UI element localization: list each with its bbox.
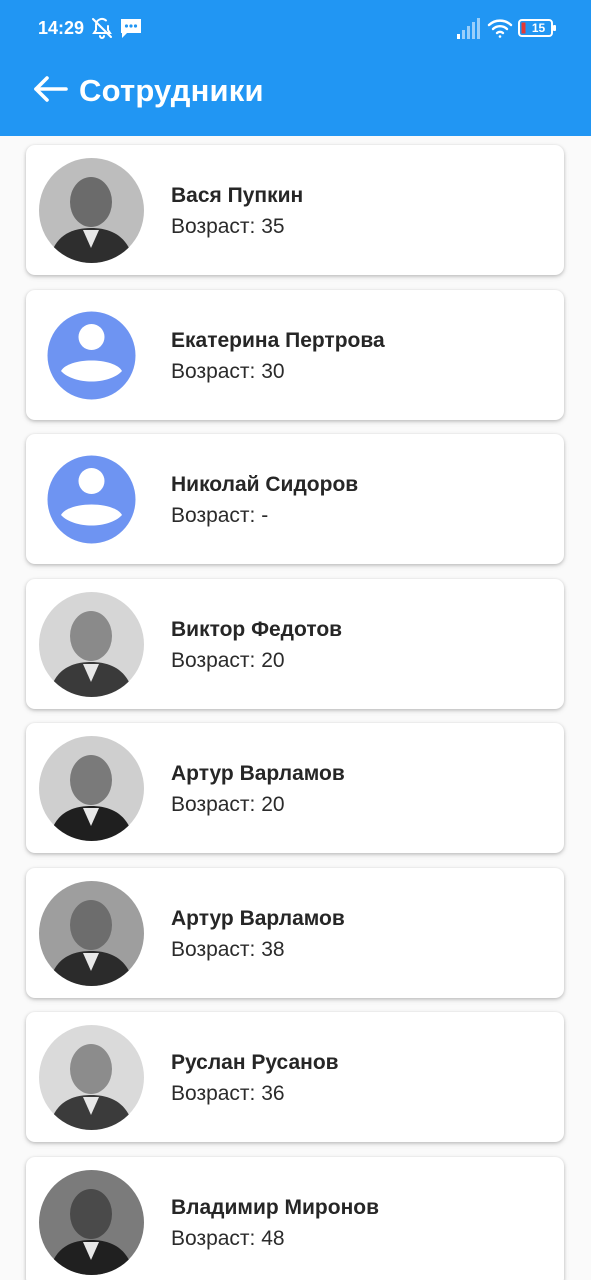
signal-icon	[456, 18, 482, 45]
default-avatar-icon	[39, 447, 144, 552]
employee-card[interactable]: Николай Сидоров Возраст: -	[26, 434, 564, 564]
employee-age: Возраст: 20	[171, 793, 285, 816]
employee-name: Николай Сидоров	[171, 473, 359, 496]
employee-name: Владимир Миронов	[171, 1196, 380, 1219]
employee-age: Возраст: -	[171, 504, 269, 527]
employee-photo	[39, 1025, 144, 1130]
employee-photo	[39, 736, 144, 841]
employee-age: Возраст: 36	[171, 1082, 285, 1105]
app-bar: 14:29 15 Сотрудники	[0, 0, 591, 136]
employee-name: Вася Пупкин	[171, 184, 304, 207]
employee-name: Виктор Федотов	[171, 618, 343, 641]
employee-card[interactable]: Артур Варламов Возраст: 20	[26, 723, 564, 853]
battery-level: 15	[531, 21, 546, 35]
battery-icon: 15	[518, 18, 558, 38]
status-bar: 14:29 15	[0, 0, 591, 58]
status-time: 14:29	[38, 18, 85, 38]
employee-photo	[39, 1170, 144, 1275]
employee-age: Возраст: 38	[171, 938, 285, 961]
arrow-left-icon	[32, 75, 68, 108]
employee-card[interactable]: Артур Варламов Возраст: 38	[26, 868, 564, 998]
employee-list[interactable]: Вася Пупкин Возраст: 35 Екатерина Пертрова…	[0, 136, 591, 1280]
employee-card[interactable]: Виктор Федотов Возраст: 20	[26, 579, 564, 709]
wifi-icon	[487, 17, 513, 44]
employee-card[interactable]: Владимир Миронов Возраст: 48	[26, 1157, 564, 1280]
employee-age: Возраст: 35	[171, 215, 285, 238]
employee-name: Артур Варламов	[171, 907, 345, 930]
back-button[interactable]	[26, 70, 74, 112]
employee-card[interactable]: Вася Пупкин Возраст: 35	[26, 145, 564, 275]
employee-card[interactable]: Руслан Русанов Возраст: 36	[26, 1012, 564, 1142]
employee-age: Возраст: 48	[171, 1227, 285, 1250]
employee-photo	[39, 881, 144, 986]
message-icon	[119, 16, 143, 45]
alarm-off-icon	[90, 16, 114, 45]
default-avatar-icon	[39, 303, 144, 408]
employee-name: Артур Варламов	[171, 762, 345, 785]
employee-name: Руслан Русанов	[171, 1051, 339, 1074]
employee-card[interactable]: Екатерина Пертрова Возраст: 30	[26, 290, 564, 420]
toolbar: Сотрудники	[0, 58, 591, 136]
employee-photo	[39, 158, 144, 263]
employee-photo	[39, 592, 144, 697]
page-title: Сотрудники	[79, 73, 264, 108]
employee-name: Екатерина Пертрова	[171, 329, 385, 352]
employee-age: Возраст: 30	[171, 360, 285, 383]
employee-age: Возраст: 20	[171, 649, 285, 672]
